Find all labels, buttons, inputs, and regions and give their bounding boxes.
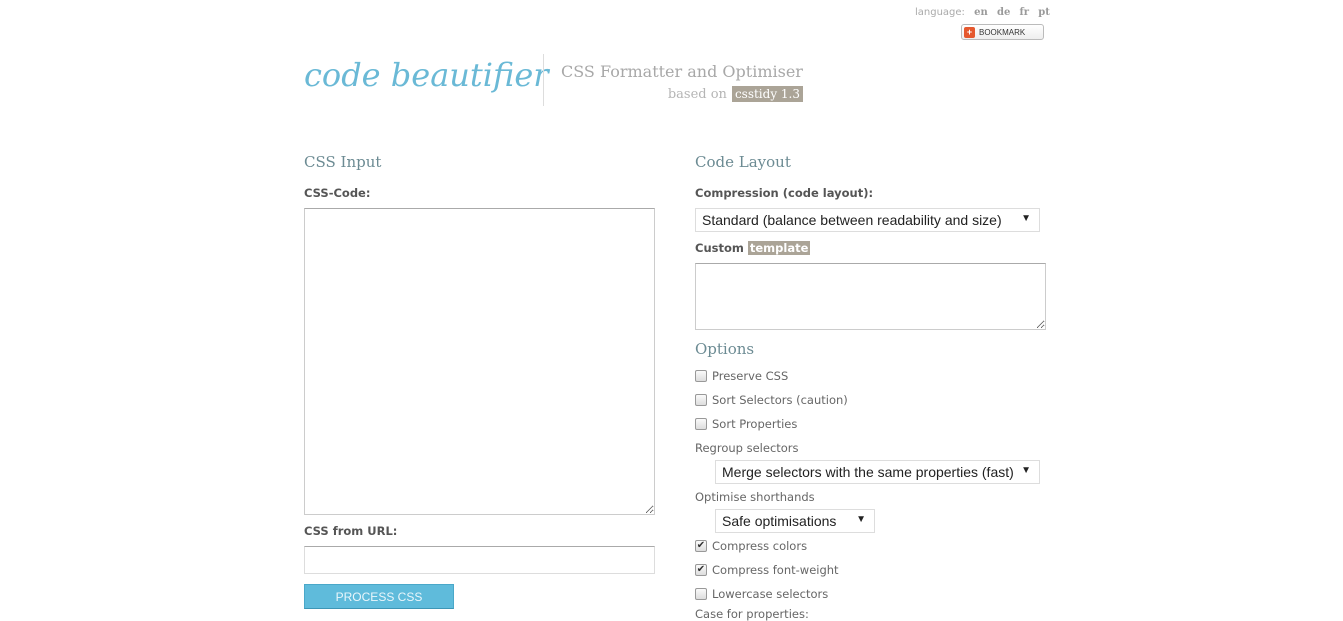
process-css-button[interactable]: PROCESS CSS [304,584,454,609]
language-fr[interactable]: fr [1020,7,1030,18]
compress-colors-option[interactable]: ✔ Compress colors [695,539,807,553]
logo-divider [543,54,544,106]
bookmark-button[interactable]: + BOOKMARK [961,24,1044,40]
bookmark-label: BOOKMARK [979,27,1026,37]
compress-font-weight-option[interactable]: ✔ Compress font-weight [695,563,839,577]
compress-colors-checkbox[interactable]: ✔ [695,540,707,552]
sort-properties-label: Sort Properties [712,417,798,431]
lowercase-selectors-option[interactable]: Lowercase selectors [695,587,828,601]
css-input-title: CSS Input [304,153,382,171]
chevron-down-icon: ▼ [1021,465,1031,476]
custom-label: Custom [695,241,744,255]
compression-select[interactable]: Standard (balance between readability an… [695,208,1040,232]
language-bar: language: en de fr pt [915,7,1050,18]
csstidy-badge[interactable]: csstidy 1.3 [731,86,803,102]
chevron-down-icon: ▼ [856,514,866,525]
preserve-css-option[interactable]: Preserve CSS [695,369,788,383]
based-on-label: based on [667,86,727,102]
options-title: Options [695,340,755,358]
sort-selectors-checkbox[interactable] [695,394,707,406]
compress-font-weight-checkbox[interactable]: ✔ [695,564,707,576]
based-on: based on csstidy 1.3 [668,86,803,102]
regroup-selected: Merge selectors with the same properties… [722,464,1014,480]
case-for-properties-label: Case for properties: [695,607,809,621]
language-pt[interactable]: pt [1038,7,1050,18]
bookmark-icon: + [964,26,975,38]
regroup-select[interactable]: Merge selectors with the same properties… [715,460,1040,484]
css-url-label: CSS from URL: [304,524,398,538]
tagline: CSS Formatter and Optimiser [561,62,803,81]
css-url-input[interactable] [304,546,655,574]
chevron-down-icon: ▼ [1021,213,1031,224]
lowercase-selectors-checkbox[interactable] [695,588,707,600]
css-code-label: CSS-Code: [304,186,371,200]
compress-colors-label: Compress colors [712,539,808,553]
shorthands-label: Optimise shorthands [695,490,815,504]
compression-label: Compression (code layout): [695,186,874,200]
language-de[interactable]: de [997,7,1010,18]
sort-properties-checkbox[interactable] [695,418,707,430]
custom-template-textarea[interactable] [695,263,1046,330]
shorthands-selected: Safe optimisations [722,513,837,529]
code-layout-title: Code Layout [695,153,791,171]
compression-selected: Standard (balance between readability an… [702,212,1002,228]
logo[interactable]: code beautifier [304,56,549,94]
language-label: language: [915,7,965,18]
preserve-css-label: Preserve CSS [712,369,789,383]
template-badge[interactable]: template [747,241,811,255]
sort-selectors-label: Sort Selectors (caution) [712,393,848,407]
regroup-label: Regroup selectors [695,441,799,455]
shorthands-select[interactable]: Safe optimisations ▼ [715,509,875,533]
custom-template-label: Custom template [695,241,811,255]
css-code-textarea[interactable] [304,208,655,515]
language-en[interactable]: en [974,7,988,18]
sort-properties-option[interactable]: Sort Properties [695,417,797,431]
sort-selectors-option[interactable]: Sort Selectors (caution) [695,393,848,407]
lowercase-selectors-label: Lowercase selectors [712,587,829,601]
compress-font-weight-label: Compress font-weight [712,563,839,577]
preserve-css-checkbox[interactable] [695,370,707,382]
